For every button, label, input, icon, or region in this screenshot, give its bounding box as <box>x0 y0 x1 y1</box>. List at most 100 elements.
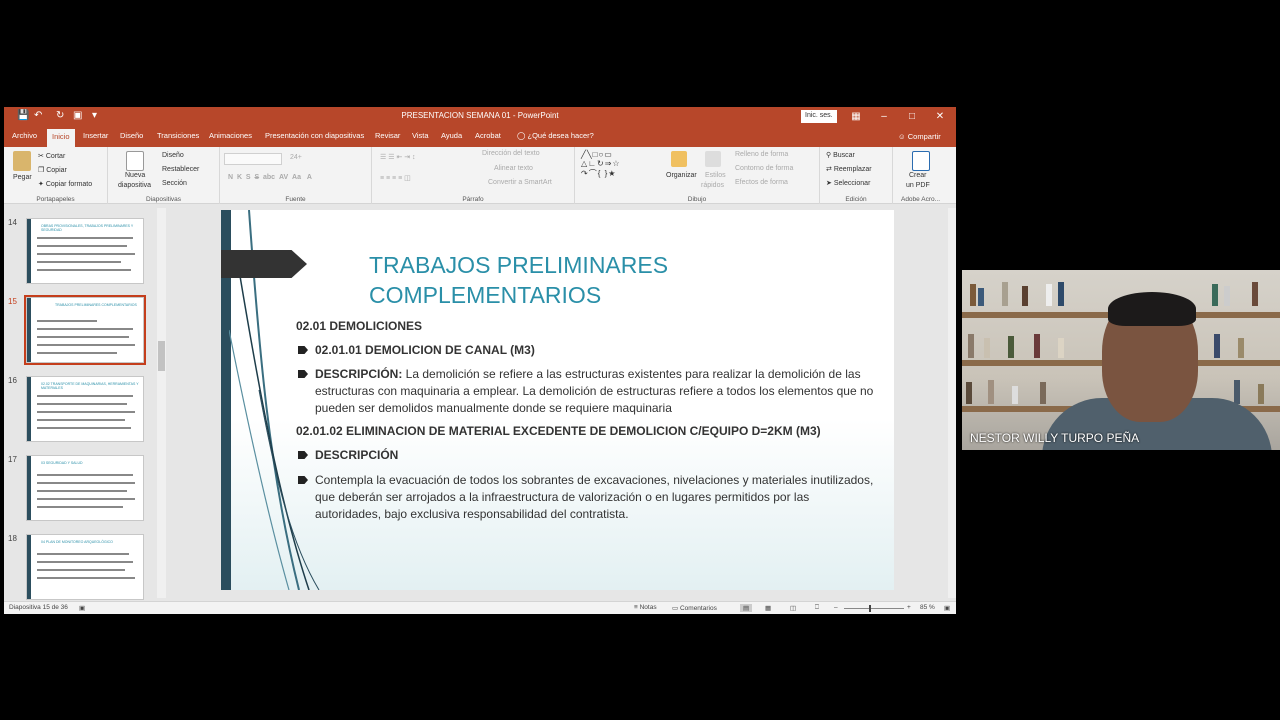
quick-styles-icon[interactable] <box>705 151 721 167</box>
zoom-level[interactable]: 85 % <box>920 604 935 611</box>
thumb-number: 18 <box>8 534 17 543</box>
format-painter-button[interactable]: ✦ Copiar formato <box>38 180 92 188</box>
zoom-slider-thumb[interactable] <box>869 605 871 612</box>
slide-sorter-icon[interactable]: ▦ <box>765 604 771 612</box>
slide-title-line-1: TRABAJOS PRELIMINARES <box>369 252 669 278</box>
select-button[interactable]: ➤ Seleccionar <box>826 179 870 187</box>
book <box>1212 284 1218 306</box>
slide-thumbnail-18[interactable]: 04 PLAN DE MONITOREO ARQUEOLÓGICO <box>26 534 144 600</box>
quick-styles-label-2[interactable]: rápidos <box>701 182 724 189</box>
thumb-text-line <box>37 395 133 397</box>
thumb-text-line <box>37 577 135 579</box>
ribbon: Pegar ✂ Cortar ❐ Copiar ✦ Copiar formato… <box>4 147 956 204</box>
font-size-select[interactable]: 24+ <box>290 154 302 161</box>
normal-view-icon[interactable]: ▤ <box>740 604 753 612</box>
zoom-slider[interactable] <box>844 608 904 609</box>
quick-styles-label-1[interactable]: Estilos <box>705 172 726 179</box>
tab-diseno[interactable]: Diseño <box>120 131 143 140</box>
title-arrow-banner <box>221 250 307 278</box>
font-family-select[interactable] <box>224 153 282 165</box>
create-pdf-label-2[interactable]: un PDF <box>906 182 930 189</box>
replace-button[interactable]: ⇄ Reemplazar <box>826 165 872 173</box>
section-button[interactable]: Sección <box>162 180 187 187</box>
bold-button[interactable]: N K S S abc AV Aa A <box>228 174 312 181</box>
tab-inicio[interactable]: Inicio <box>47 129 75 147</box>
slide-thumbnail-16[interactable]: 02.02 TRANSPORTE DE MAQUINARIAS, HERRAMI… <box>26 376 144 442</box>
slide-thumbnail-14[interactable]: OBRAS PROVISIONALES, TRABAJOS PRELIMINAR… <box>26 218 144 284</box>
paste-button[interactable]: Pegar <box>13 174 32 181</box>
book <box>1234 380 1240 404</box>
tab-presentacion[interactable]: Presentación con diapositivas <box>265 131 364 140</box>
tab-acrobat[interactable]: Acrobat <box>475 131 501 140</box>
copy-button[interactable]: ❐ Copiar <box>38 166 67 174</box>
thumb-text-line <box>37 506 123 508</box>
minimize-button[interactable]: – <box>874 109 894 125</box>
align-text-button[interactable]: Alinear texto <box>494 165 533 172</box>
shape-fill-button[interactable]: Relleno de forma <box>735 151 788 158</box>
thumb-text-line <box>37 490 127 492</box>
tab-animaciones[interactable]: Animaciones <box>209 131 252 140</box>
thumbnails-scrollbar[interactable] <box>157 208 166 598</box>
close-button[interactable]: ✕ <box>930 109 950 125</box>
scissors-icon: ✂ <box>38 153 44 160</box>
align-icons[interactable]: ≡ ≡ ≡ ≡ ◫ <box>380 174 411 182</box>
comments-button[interactable]: ▭ Comentarios <box>672 604 717 612</box>
scrollbar-thumb[interactable] <box>158 341 165 371</box>
fit-to-window-icon[interactable]: ▣ <box>944 604 950 612</box>
zoom-in-icon[interactable]: + <box>907 604 911 611</box>
pdf-icon[interactable] <box>912 151 930 171</box>
create-pdf-label-1[interactable]: Crear <box>909 172 927 179</box>
comments-label: Comentarios <box>679 605 717 612</box>
arrange-icon[interactable] <box>671 151 687 167</box>
book <box>1002 282 1008 306</box>
shape-outline-button[interactable]: Contorno de forma <box>735 165 793 172</box>
share-label: Compartir <box>907 132 941 141</box>
maximize-button[interactable]: □ <box>902 109 922 125</box>
tab-ayuda[interactable]: Ayuda <box>441 131 462 140</box>
group-paragraph: ☰ ☰ ⇤ ⇥ ↕ ≡ ≡ ≡ ≡ ◫ Dirección del texto … <box>372 147 575 204</box>
slideshow-icon[interactable]: ⎕ <box>815 604 819 612</box>
select-label: Seleccionar <box>833 180 871 187</box>
tab-transiciones[interactable]: Transiciones <box>157 131 199 140</box>
bullet-contempla: Contempla la evacuación de todos los sob… <box>315 473 874 521</box>
zoom-out-icon[interactable]: – <box>834 604 838 611</box>
new-slide-label-2[interactable]: diapositiva <box>118 182 151 189</box>
book <box>1034 334 1040 358</box>
layout-button[interactable]: Diseño <box>162 152 184 159</box>
tab-insertar[interactable]: Insertar <box>83 131 108 140</box>
shape-effects-button[interactable]: Efectos de forma <box>735 179 788 186</box>
shapes-gallery-icon[interactable]: ╱╲□○▭ △∟↻⇒☆ ↷⌒{ }★ <box>581 150 621 179</box>
arrange-button[interactable]: Organizar <box>666 172 697 179</box>
book <box>1224 286 1230 306</box>
tab-vista[interactable]: Vista <box>412 131 429 140</box>
slide-scrollbar[interactable] <box>948 208 956 598</box>
reading-view-icon[interactable]: ◫ <box>790 604 796 612</box>
slide-thumbnail-17[interactable]: 03 SEGURIDAD Y SALUD <box>26 455 144 521</box>
bullets-icon[interactable]: ☰ ☰ ⇤ ⇥ ↕ <box>380 153 416 161</box>
paste-icon[interactable] <box>13 151 31 171</box>
sign-in-button[interactable]: Inic. ses. <box>801 110 837 123</box>
tab-revisar[interactable]: Revisar <box>375 131 400 140</box>
new-slide-label-1[interactable]: Nueva <box>125 172 145 179</box>
notes-button[interactable]: ≡ Notas <box>634 604 657 611</box>
paragraph-group-label: Párrafo <box>462 196 484 203</box>
slide-thumbnail-15[interactable]: TRABAJOS PRELIMINARES COMPLEMENTARIOS <box>24 295 146 365</box>
book <box>1058 282 1064 306</box>
smartart-button[interactable]: Convertir a SmartArt <box>488 179 552 186</box>
share-button[interactable]: ☺ Compartir <box>898 132 941 141</box>
ribbon-display-options-icon[interactable]: ▦ <box>846 109 866 125</box>
find-button[interactable]: ⚲ Buscar <box>826 151 855 159</box>
thumb-text-line <box>37 336 129 338</box>
new-slide-icon[interactable] <box>126 151 144 171</box>
reset-button[interactable]: Restablecer <box>162 166 199 173</box>
tell-me-search[interactable]: ◯ ¿Qué desea hacer? <box>517 131 594 140</box>
accessibility-icon[interactable]: ▣ <box>79 604 85 612</box>
cut-button[interactable]: ✂ Cortar <box>38 152 65 160</box>
copy-label: Copiar <box>46 167 67 174</box>
thumb-text-line <box>37 344 135 346</box>
book <box>984 338 990 358</box>
tab-archivo[interactable]: Archivo <box>12 131 37 140</box>
notes-icon: ≡ <box>634 604 638 611</box>
current-slide[interactable]: TRABAJOS PRELIMINARES COMPLEMENTARIOS 02.… <box>221 210 894 590</box>
text-direction-button[interactable]: Dirección del texto <box>482 150 540 157</box>
